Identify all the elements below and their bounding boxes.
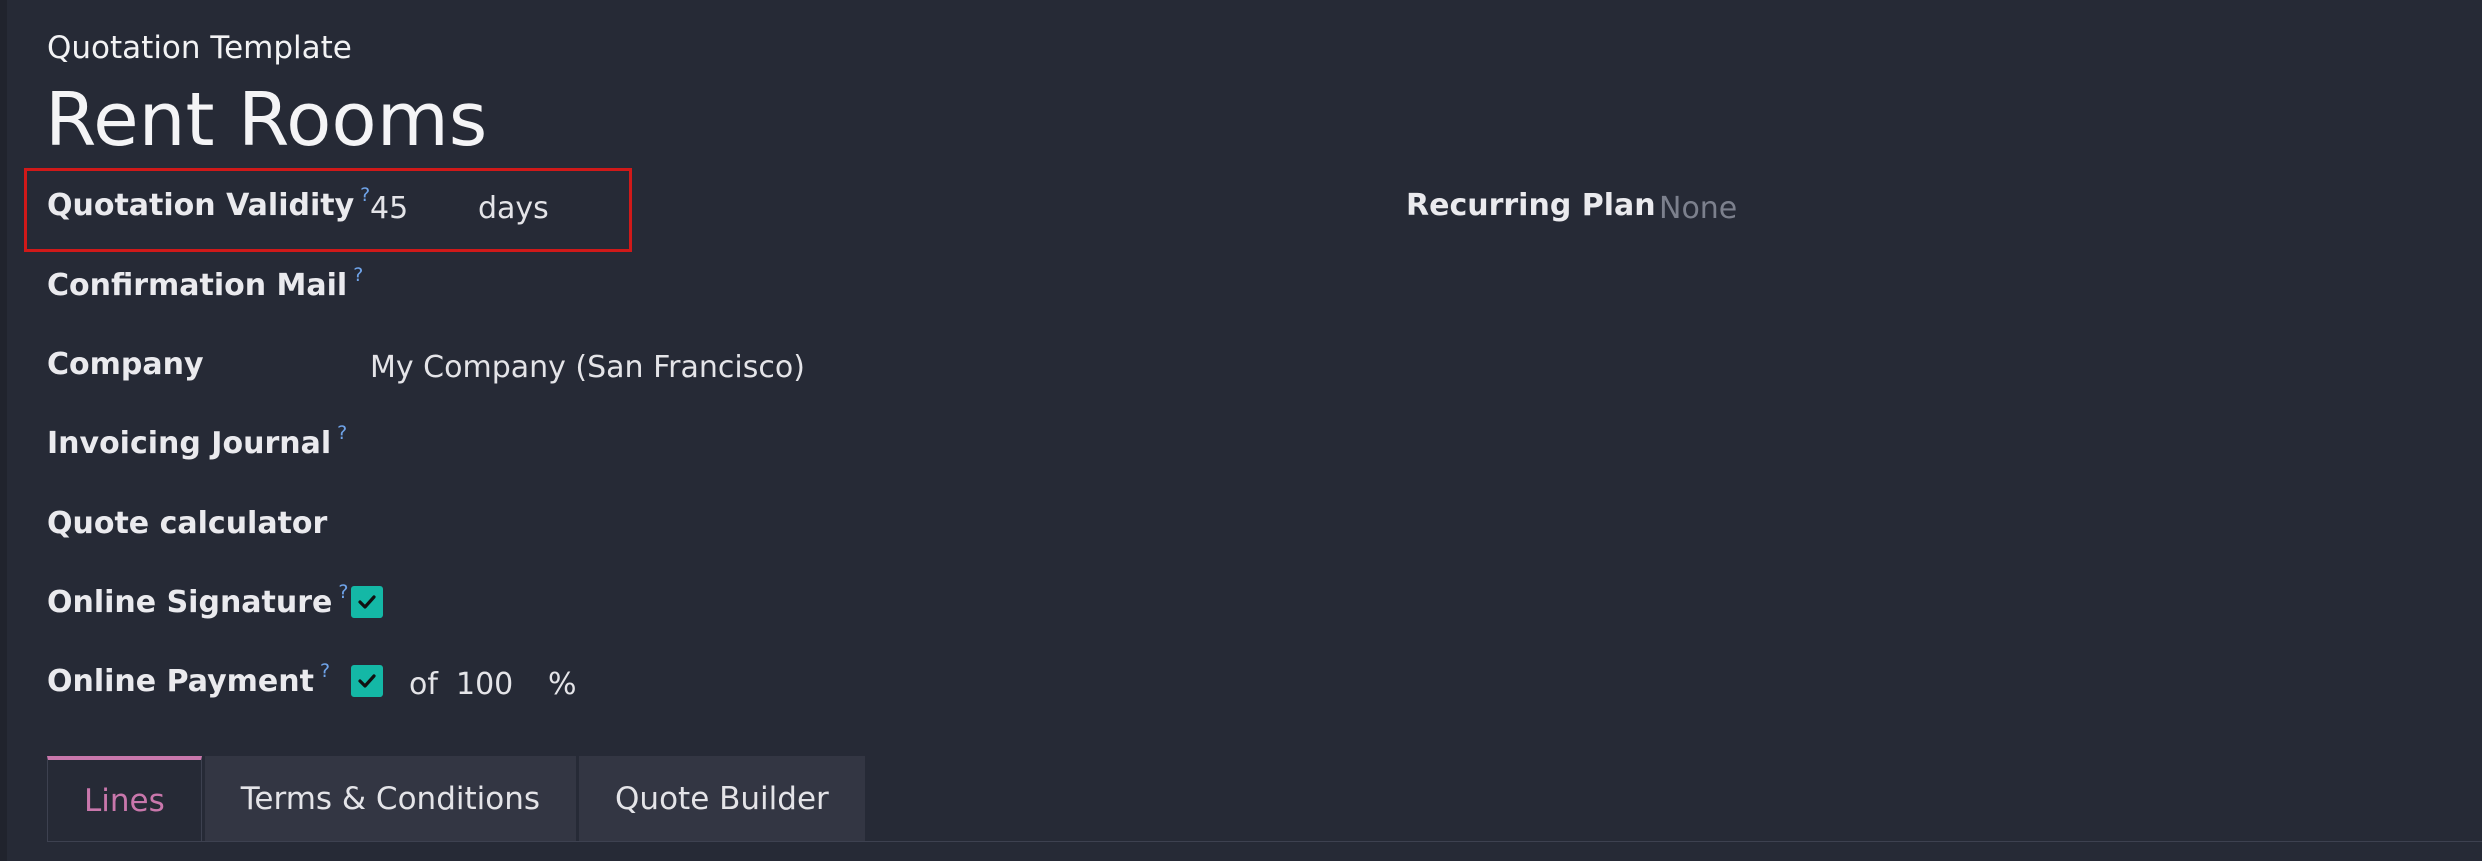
help-icon[interactable]: ? bbox=[320, 660, 330, 682]
help-icon[interactable]: ? bbox=[337, 422, 347, 444]
help-icon[interactable]: ? bbox=[338, 581, 348, 603]
invoicing-journal-input[interactable] bbox=[370, 426, 970, 466]
invoicing-journal-label: Invoicing Journal? bbox=[47, 422, 348, 461]
recurring-plan-input[interactable]: None bbox=[1659, 191, 1737, 226]
quotation-validity-input[interactable]: 45 bbox=[370, 191, 408, 226]
check-icon bbox=[358, 674, 376, 688]
quote-calculator-input[interactable] bbox=[370, 506, 970, 546]
help-icon[interactable]: ? bbox=[353, 264, 363, 286]
online-payment-checkbox[interactable] bbox=[351, 665, 383, 697]
online-payment-label: Online Payment? bbox=[47, 660, 331, 699]
quote-calculator-label: Quote calculator bbox=[47, 506, 328, 541]
notebook-tabs: Lines Terms & Conditions Quote Builder bbox=[47, 756, 868, 842]
tab-lines[interactable]: Lines bbox=[47, 756, 202, 842]
quotation-validity-unit: days bbox=[478, 191, 549, 226]
company-label: Company bbox=[47, 347, 204, 382]
help-icon[interactable]: ? bbox=[360, 184, 370, 206]
record-title[interactable]: Rent Rooms bbox=[45, 79, 487, 161]
online-payment-prefix: of bbox=[409, 667, 438, 702]
quotation-validity-label: Quotation Validity? bbox=[47, 184, 371, 223]
confirmation-mail-label: Confirmation Mail? bbox=[47, 264, 364, 303]
check-icon bbox=[358, 595, 376, 609]
tab-quote-builder[interactable]: Quote Builder bbox=[579, 756, 865, 842]
tabs-divider bbox=[47, 841, 2482, 842]
tab-terms-conditions[interactable]: Terms & Conditions bbox=[204, 756, 577, 842]
recurring-plan-label: Recurring Plan bbox=[1406, 188, 1656, 223]
online-signature-checkbox[interactable] bbox=[351, 586, 383, 618]
left-panel-edge bbox=[0, 0, 7, 861]
online-signature-label: Online Signature? bbox=[47, 581, 349, 620]
company-input[interactable]: My Company (San Francisco) bbox=[370, 350, 805, 385]
confirmation-mail-input[interactable] bbox=[370, 268, 970, 308]
template-type-label: Quotation Template bbox=[47, 30, 352, 66]
online-payment-percent-input[interactable]: 100 bbox=[456, 667, 513, 702]
form-sheet: Quotation Template Rent Rooms Quotation … bbox=[7, 0, 2482, 861]
online-payment-unit: % bbox=[548, 667, 577, 702]
